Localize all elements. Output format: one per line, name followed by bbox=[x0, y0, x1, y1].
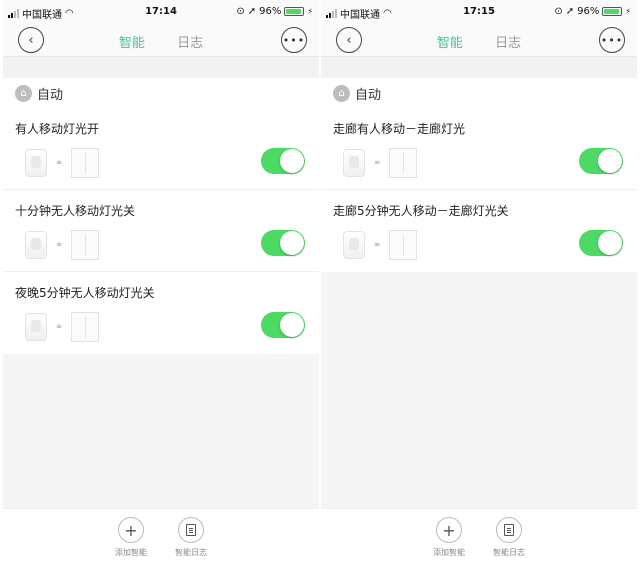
wall-switch-icon bbox=[71, 230, 100, 260]
more-icon: ••• bbox=[282, 33, 306, 47]
add-smart-button[interactable]: + 添加智能 bbox=[111, 517, 151, 558]
phone-screen-right: 中国联通 ◠ 17:15 ⊙ ➚ 96% ⚡ ‹ 智能 日志 ••• ⌂ 自动 … bbox=[321, 0, 637, 566]
spacer bbox=[3, 57, 319, 78]
bottom-bar: + 添加智能 智能日志 bbox=[3, 508, 319, 566]
status-right: ⊙ ➚ 96% ⚡ bbox=[554, 6, 631, 17]
list-item[interactable]: 夜晚5分钟无人移动灯光关 ⚭ bbox=[3, 272, 319, 354]
more-icon: ••• bbox=[600, 33, 624, 47]
motion-sensor-icon bbox=[343, 231, 365, 259]
link-icon: ⚭ bbox=[55, 157, 64, 169]
automation-toggle[interactable] bbox=[261, 148, 305, 174]
automation-toggle[interactable] bbox=[579, 148, 623, 174]
automation-list: 有人移动灯光开 ⚭ 十分钟无人移动灯光关 ⚭ 夜晚5分钟无人移动灯光关 ⚭ bbox=[3, 108, 319, 354]
auto-icon: ⌂ bbox=[333, 84, 350, 102]
automation-toggle[interactable] bbox=[261, 230, 305, 256]
motion-sensor-icon bbox=[343, 149, 365, 177]
add-smart-label: 添加智能 bbox=[115, 548, 147, 557]
section-header-auto: ⌂ 自动 bbox=[3, 78, 319, 108]
smart-log-label: 智能日志 bbox=[175, 548, 207, 557]
automation-title: 夜晚5分钟无人移动灯光关 bbox=[15, 286, 155, 300]
nav-bar: ‹ 智能 日志 ••• bbox=[3, 24, 319, 56]
tab-smart[interactable]: 智能 bbox=[119, 32, 145, 51]
link-icon: ⚭ bbox=[55, 321, 64, 333]
battery-icon bbox=[284, 7, 305, 16]
device-chain: ⚭ bbox=[25, 148, 100, 178]
section-header-auto: ⌂ 自动 bbox=[321, 78, 637, 108]
lock-rotation-icon: ⊙ bbox=[236, 6, 245, 17]
battery-percent: 96% bbox=[577, 6, 600, 17]
wall-switch-icon bbox=[71, 312, 100, 342]
automation-title: 十分钟无人移动灯光关 bbox=[15, 204, 136, 218]
automation-toggle[interactable] bbox=[261, 312, 305, 338]
wall-switch-icon bbox=[71, 148, 100, 178]
status-bar: 中国联通 ◠ 17:15 ⊙ ➚ 96% ⚡ bbox=[321, 0, 637, 24]
wall-switch-icon bbox=[389, 148, 418, 178]
location-icon: ➚ bbox=[247, 6, 257, 17]
device-chain: ⚭ bbox=[25, 312, 100, 342]
device-chain: ⚭ bbox=[25, 230, 100, 260]
smart-log-label: 智能日志 bbox=[493, 548, 525, 557]
nav-tabs: 智能 日志 bbox=[3, 32, 319, 51]
phone-screen-left: 中国联通 ◠ 17:14 ⊙ ➚ 96% ⚡ ‹ 智能 日志 ••• ⌂ 自动 … bbox=[3, 0, 319, 566]
battery-percent: 96% bbox=[259, 6, 282, 17]
motion-sensor-icon bbox=[25, 149, 47, 177]
device-chain: ⚭ bbox=[343, 148, 418, 178]
smart-log-button[interactable]: 智能日志 bbox=[489, 517, 529, 558]
section-title: 自动 bbox=[355, 87, 382, 103]
link-icon: ⚭ bbox=[373, 157, 382, 169]
tab-smart[interactable]: 智能 bbox=[437, 32, 463, 51]
status-bar: 中国联通 ◠ 17:14 ⊙ ➚ 96% ⚡ bbox=[3, 0, 319, 24]
document-icon bbox=[178, 517, 204, 543]
automation-toggle[interactable] bbox=[579, 230, 623, 256]
spacer bbox=[321, 57, 637, 78]
nav-bar: ‹ 智能 日志 ••• bbox=[321, 24, 637, 56]
charging-icon: ⚡ bbox=[625, 7, 631, 16]
motion-sensor-icon bbox=[25, 231, 47, 259]
tab-log[interactable]: 日志 bbox=[177, 32, 203, 51]
lock-rotation-icon: ⊙ bbox=[554, 6, 563, 17]
bottom-bar: + 添加智能 智能日志 bbox=[321, 508, 637, 566]
automation-list: 走廊有人移动－走廊灯光 ⚭ 走廊5分钟无人移动－走廊灯光关 ⚭ bbox=[321, 108, 637, 272]
section-title: 自动 bbox=[37, 87, 64, 103]
location-icon: ➚ bbox=[565, 6, 575, 17]
smart-log-button[interactable]: 智能日志 bbox=[171, 517, 211, 558]
automation-title: 走廊5分钟无人移动－走廊灯光关 bbox=[333, 204, 509, 218]
wall-switch-icon bbox=[389, 230, 418, 260]
list-item[interactable]: 走廊5分钟无人移动－走廊灯光关 ⚭ bbox=[321, 190, 637, 272]
automation-title: 走廊有人移动－走廊灯光 bbox=[333, 122, 466, 136]
auto-icon: ⌂ bbox=[15, 84, 32, 102]
more-button[interactable]: ••• bbox=[599, 27, 625, 53]
plus-icon: + bbox=[436, 517, 462, 543]
list-item[interactable]: 走廊有人移动－走廊灯光 ⚭ bbox=[321, 108, 637, 190]
more-button[interactable]: ••• bbox=[281, 27, 307, 53]
list-item[interactable]: 十分钟无人移动灯光关 ⚭ bbox=[3, 190, 319, 272]
screenshot-pair: 中国联通 ◠ 17:14 ⊙ ➚ 96% ⚡ ‹ 智能 日志 ••• ⌂ 自动 … bbox=[0, 0, 640, 566]
tab-log[interactable]: 日志 bbox=[495, 32, 521, 51]
link-icon: ⚭ bbox=[55, 239, 64, 251]
plus-icon: + bbox=[118, 517, 144, 543]
automation-title: 有人移动灯光开 bbox=[15, 122, 100, 136]
nav-tabs: 智能 日志 bbox=[321, 32, 637, 51]
list-item[interactable]: 有人移动灯光开 ⚭ bbox=[3, 108, 319, 190]
battery-icon bbox=[602, 7, 623, 16]
add-smart-label: 添加智能 bbox=[433, 548, 465, 557]
document-icon bbox=[496, 517, 522, 543]
status-right: ⊙ ➚ 96% ⚡ bbox=[236, 6, 313, 17]
motion-sensor-icon bbox=[25, 313, 47, 341]
link-icon: ⚭ bbox=[373, 239, 382, 251]
device-chain: ⚭ bbox=[343, 230, 418, 260]
charging-icon: ⚡ bbox=[307, 7, 313, 16]
add-smart-button[interactable]: + 添加智能 bbox=[429, 517, 469, 558]
